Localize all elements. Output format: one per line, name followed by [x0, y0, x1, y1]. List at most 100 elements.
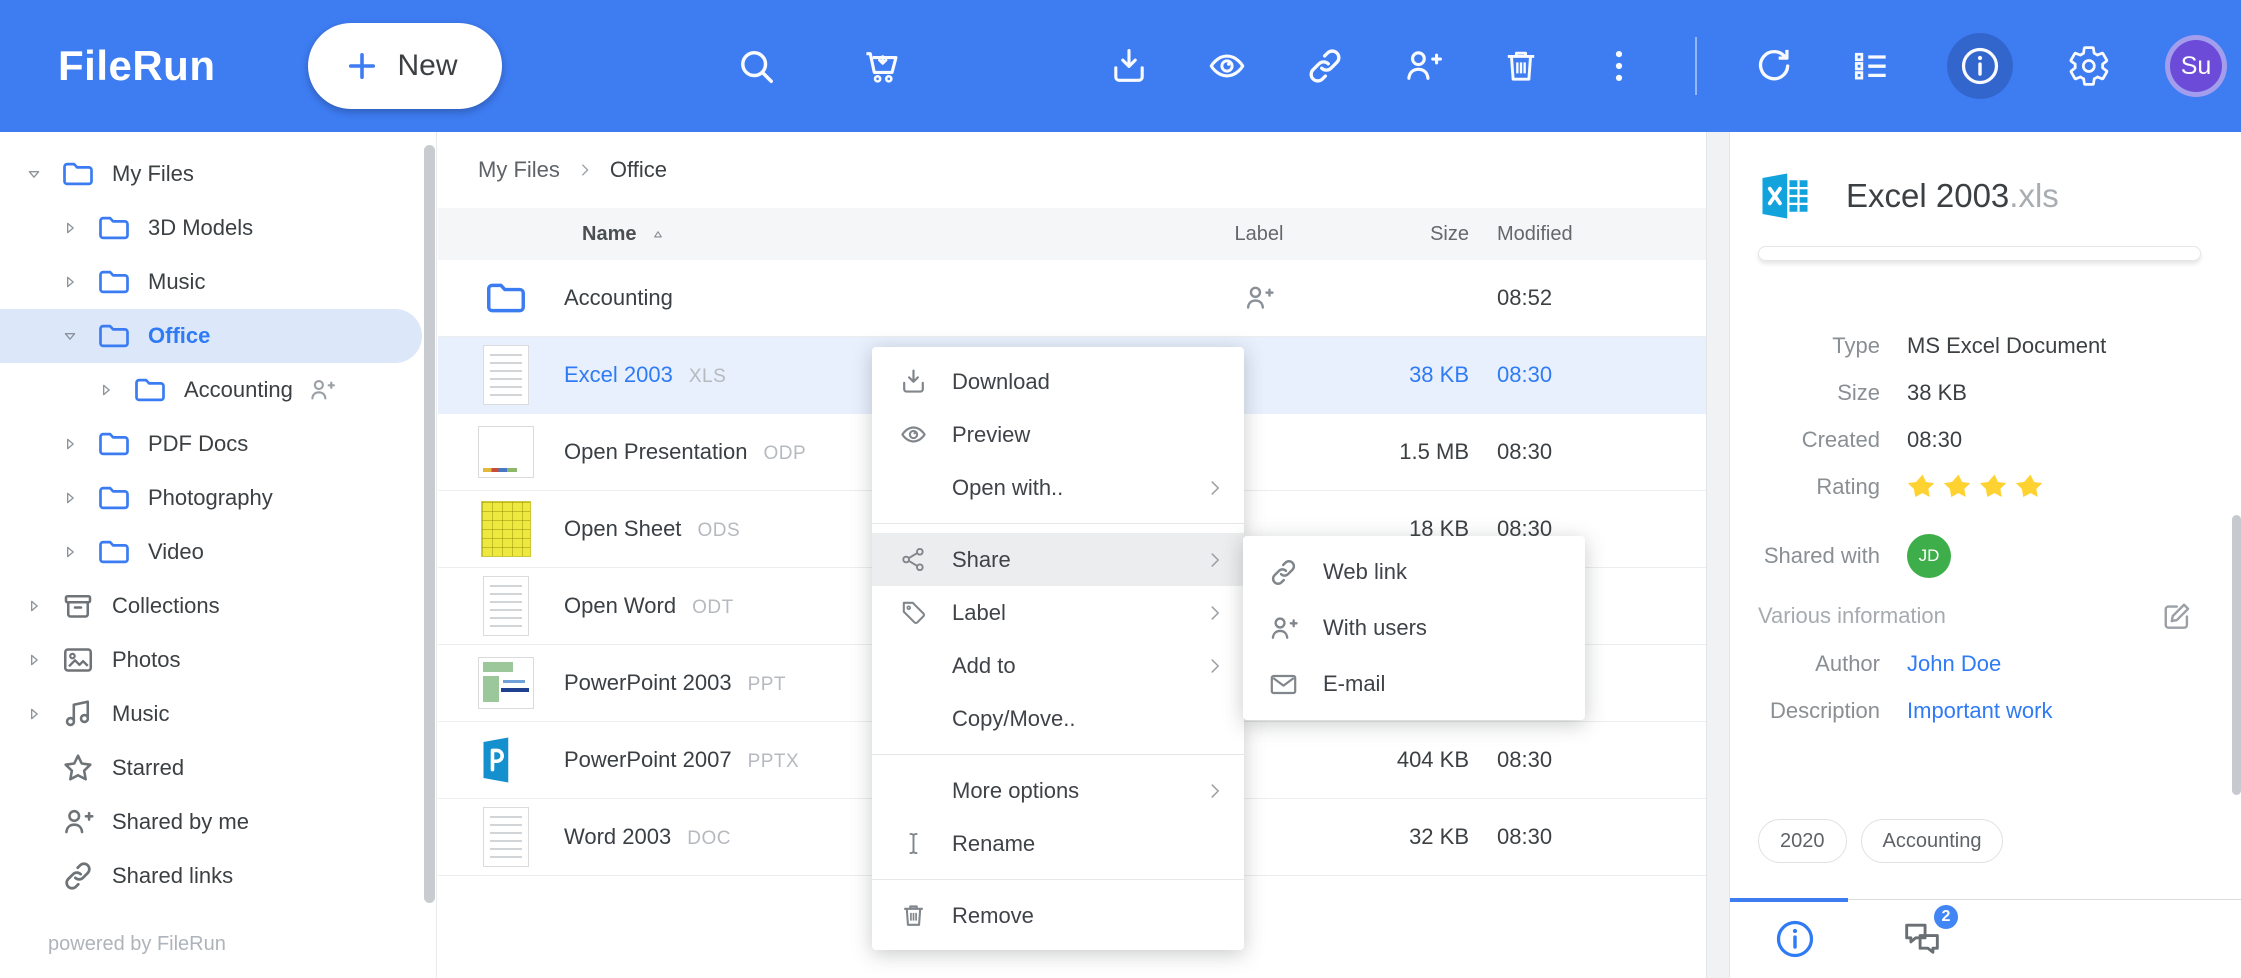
- sidebar-item-collections[interactable]: Collections: [0, 579, 436, 633]
- share-with-users-icon[interactable]: [1401, 44, 1445, 88]
- caret-right-icon[interactable]: [60, 542, 80, 562]
- submenu-item-with-users[interactable]: With users: [1243, 600, 1585, 656]
- rating-stars[interactable]: [1907, 471, 2221, 502]
- powerpoint-icon: [479, 733, 533, 787]
- sidebar-item-accounting[interactable]: Accounting: [0, 363, 436, 417]
- menu-item-preview[interactable]: Preview: [872, 408, 1244, 461]
- menu-item-copy-move[interactable]: Copy/Move..: [872, 692, 1244, 745]
- sidebar-item-photos[interactable]: Photos: [0, 633, 436, 687]
- column-header-label[interactable]: Label: [1164, 223, 1354, 246]
- file-name[interactable]: Open Sheet: [564, 516, 681, 542]
- share-link-icon[interactable]: [1303, 44, 1347, 88]
- edit-metadata-icon[interactable]: [2159, 598, 2195, 634]
- document-thumbnail: [483, 345, 529, 405]
- more-options-icon[interactable]: [1597, 44, 1641, 88]
- sidebar-item-label: PDF Docs: [148, 431, 248, 457]
- tag-icon: [898, 597, 929, 628]
- sidebar-item-starred[interactable]: Starred: [0, 741, 436, 795]
- sidebar-item-label: My Files: [112, 161, 194, 187]
- preview-eye-icon[interactable]: [1205, 44, 1249, 88]
- breadcrumb-root[interactable]: My Files: [478, 157, 560, 183]
- list-view-icon[interactable]: [1849, 44, 1893, 88]
- active-tab-indicator: [1730, 898, 1848, 902]
- menu-item-add-to[interactable]: Add to: [872, 639, 1244, 692]
- caret-right-icon[interactable]: [60, 272, 80, 292]
- new-button[interactable]: New: [308, 23, 502, 109]
- delete-icon[interactable]: [1499, 44, 1543, 88]
- column-header-name[interactable]: Name: [564, 223, 1164, 246]
- author-value[interactable]: John Doe: [1907, 651, 2221, 677]
- new-button-label: New: [398, 49, 458, 83]
- sidebar-item-music-library[interactable]: Music: [0, 687, 436, 741]
- settings-gear-icon[interactable]: [2067, 44, 2111, 88]
- shared-user-avatar[interactable]: JD: [1907, 534, 1951, 578]
- file-size: 32 KB: [1354, 824, 1469, 850]
- shared-person-icon: [1242, 281, 1276, 315]
- info-panel-toggle-icon[interactable]: [1947, 33, 2013, 99]
- table-row-accounting[interactable]: Accounting 08:52: [438, 260, 1706, 337]
- menu-item-label[interactable]: Label: [872, 586, 1244, 639]
- menu-item-download[interactable]: Download: [872, 355, 1244, 408]
- file-name[interactable]: Accounting: [564, 285, 673, 311]
- filerun-app: FileRun New Su My Files: [0, 0, 2241, 978]
- caret-right-icon[interactable]: [24, 704, 44, 724]
- user-avatar[interactable]: Su: [2165, 35, 2227, 97]
- collapsed-preview-bar[interactable]: [1758, 246, 2201, 261]
- menu-item-remove[interactable]: Remove: [872, 889, 1244, 942]
- sidebar-item-3d-models[interactable]: 3D Models: [0, 201, 436, 255]
- sidebar-item-my-files[interactable]: My Files: [0, 147, 436, 201]
- tab-info-icon[interactable]: [1772, 916, 1818, 962]
- breadcrumb-current[interactable]: Office: [610, 157, 667, 183]
- search-icon[interactable]: [734, 44, 778, 88]
- caret-down-icon[interactable]: [24, 164, 44, 184]
- file-name[interactable]: Excel 2003: [564, 362, 673, 388]
- file-name[interactable]: Word 2003: [564, 824, 671, 850]
- file-name[interactable]: Open Word: [564, 593, 676, 619]
- author-label: Author: [1758, 651, 1880, 677]
- slide-thumbnail: [478, 657, 534, 709]
- tab-comments-icon[interactable]: 2: [1899, 916, 1945, 962]
- menu-item-open-with[interactable]: Open with..: [872, 461, 1244, 514]
- plus-icon: [344, 48, 380, 84]
- tag-2020[interactable]: 2020: [1758, 819, 1847, 863]
- caret-right-icon[interactable]: [60, 218, 80, 238]
- sidebar-item-video[interactable]: Video: [0, 525, 436, 579]
- star-icon[interactable]: [1943, 471, 1974, 502]
- caret-right-icon[interactable]: [24, 650, 44, 670]
- star-icon[interactable]: [1979, 471, 2010, 502]
- file-name[interactable]: PowerPoint 2003: [564, 670, 732, 696]
- text-cursor-icon: [898, 828, 929, 859]
- submenu-item-email[interactable]: E-mail: [1243, 656, 1585, 712]
- sidebar-item-photography[interactable]: Photography: [0, 471, 436, 525]
- menu-item-rename[interactable]: Rename: [872, 817, 1244, 870]
- submenu-item-web-link[interactable]: Web link: [1243, 544, 1585, 600]
- column-header-modified[interactable]: Modified: [1469, 223, 1629, 246]
- rating-label: Rating: [1758, 474, 1880, 500]
- refresh-icon[interactable]: [1751, 44, 1795, 88]
- caret-right-icon[interactable]: [60, 434, 80, 454]
- caret-right-icon[interactable]: [24, 596, 44, 616]
- menu-item-share[interactable]: Share: [872, 533, 1244, 586]
- file-name[interactable]: PowerPoint 2007: [564, 747, 732, 773]
- tag-accounting[interactable]: Accounting: [1861, 819, 2004, 863]
- sidebar-item-shared-links[interactable]: Shared links: [0, 849, 436, 903]
- cart-icon[interactable]: [860, 44, 904, 88]
- caret-right-icon[interactable]: [60, 488, 80, 508]
- caret-down-icon[interactable]: [60, 326, 80, 346]
- file-name[interactable]: Open Presentation: [564, 439, 747, 465]
- star-icon[interactable]: [1907, 471, 1938, 502]
- caret-right-icon[interactable]: [96, 380, 116, 400]
- sidebar-item-music-folder[interactable]: Music: [0, 255, 436, 309]
- sidebar-item-office[interactable]: Office: [0, 309, 422, 363]
- sidebar-scrollbar[interactable]: [424, 145, 435, 903]
- download-icon[interactable]: [1107, 44, 1151, 88]
- presentation-thumbnail: [478, 426, 534, 478]
- menu-item-more-options[interactable]: More options: [872, 764, 1244, 817]
- folder-icon: [96, 210, 132, 246]
- sidebar-item-shared-by-me[interactable]: Shared by me: [0, 795, 436, 849]
- description-value[interactable]: Important work: [1907, 698, 2221, 724]
- details-scrollbar[interactable]: [2232, 515, 2241, 795]
- sidebar-item-pdf-docs[interactable]: PDF Docs: [0, 417, 436, 471]
- star-icon[interactable]: [2015, 471, 2046, 502]
- column-header-size[interactable]: Size: [1354, 223, 1469, 246]
